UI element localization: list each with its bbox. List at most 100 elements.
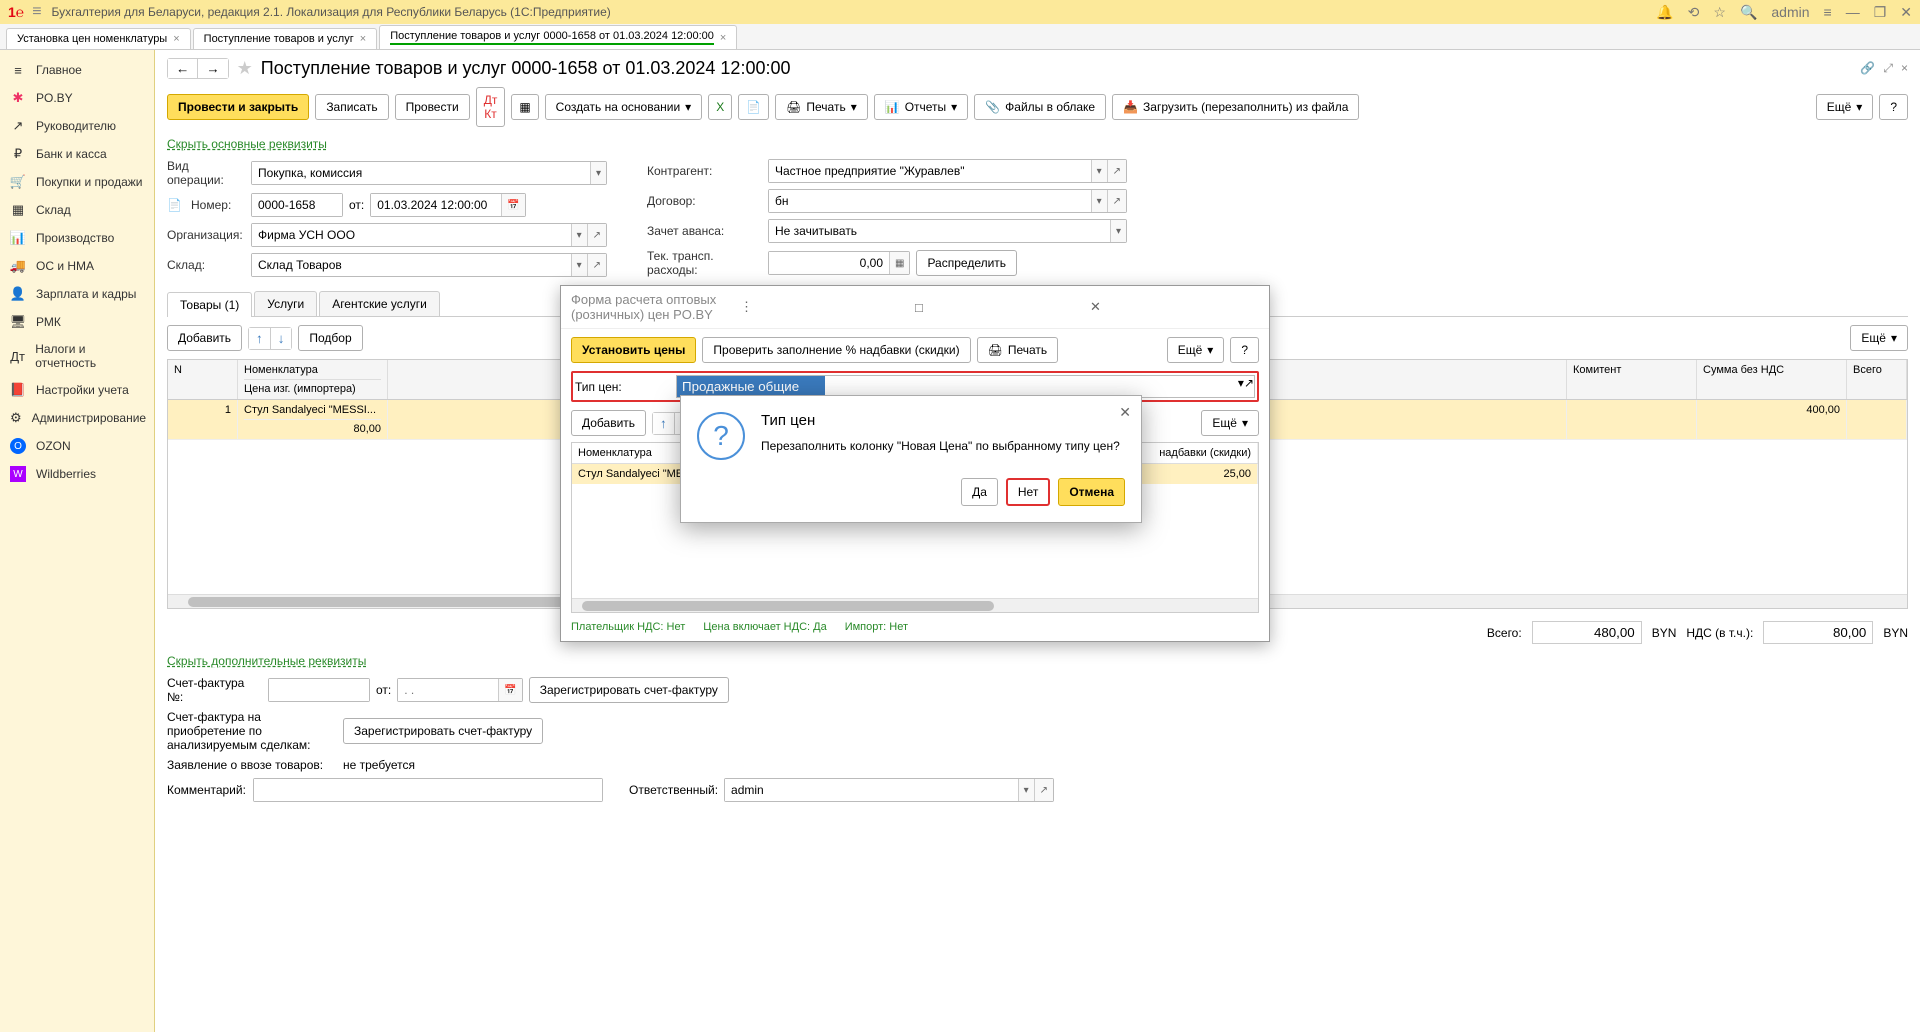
contract-field[interactable]: [769, 190, 1091, 212]
favorite-icon[interactable]: ★: [237, 58, 253, 79]
open-icon[interactable]: ↗: [587, 254, 606, 276]
date-field[interactable]: [371, 194, 501, 216]
transp-field[interactable]: [769, 252, 889, 274]
expand-icon[interactable]: ⤢: [1883, 61, 1893, 76]
user-label[interactable]: admin: [1771, 4, 1809, 20]
register-invoice2-button[interactable]: Зарегистрировать счет-фактуру: [343, 718, 543, 744]
sidebar-item[interactable]: ⚙Администрирование: [0, 404, 154, 432]
close-icon[interactable]: ✕: [1084, 299, 1259, 315]
structure-icon[interactable]: ▦: [511, 94, 538, 120]
open-icon[interactable]: ↗: [1034, 779, 1053, 801]
print-button[interactable]: 🖨 Печать ▾: [775, 94, 868, 120]
maximize-icon[interactable]: □: [909, 300, 1084, 315]
close-icon[interactable]: ✕: [1119, 404, 1131, 421]
star-icon[interactable]: ☆: [1713, 4, 1726, 21]
sidebar-item[interactable]: 🖥РМК: [0, 308, 154, 336]
close-icon[interactable]: ×: [720, 32, 726, 44]
number-field[interactable]: [252, 194, 342, 216]
search-icon[interactable]: 🔍: [1740, 4, 1757, 21]
close-icon[interactable]: ×: [1901, 61, 1908, 76]
h-scrollbar[interactable]: [572, 598, 1258, 612]
post-close-button[interactable]: Провести и закрыть: [167, 94, 309, 120]
doc-tab-goods[interactable]: Товары (1): [167, 292, 252, 317]
link-icon[interactable]: 🔗: [1860, 61, 1875, 76]
doc-tab-agent[interactable]: Агентские услуги: [319, 291, 440, 316]
chevron-down-icon[interactable]: ▾: [1091, 190, 1107, 212]
move-up-icon[interactable]: ↑: [653, 413, 675, 434]
help-button[interactable]: ?: [1230, 337, 1259, 363]
open-icon[interactable]: ↗: [1107, 190, 1126, 212]
sidebar-item[interactable]: ✱PO.BY: [0, 84, 154, 112]
more-button[interactable]: Ещё ▾: [1167, 337, 1225, 363]
chevron-down-icon[interactable]: ▾: [1018, 779, 1034, 801]
sidebar-item[interactable]: 📊Производство: [0, 224, 154, 252]
add-button[interactable]: Добавить: [167, 325, 242, 351]
open-icon[interactable]: ↗: [1107, 160, 1126, 182]
sidebar-item[interactable]: 🚚ОС и НМА: [0, 252, 154, 280]
sidebar-item[interactable]: OOZON: [0, 432, 154, 460]
chevron-down-icon[interactable]: ▾: [571, 224, 587, 246]
minimize-icon[interactable]: —: [1846, 4, 1860, 20]
close-icon[interactable]: ✕: [1900, 4, 1912, 21]
distribute-button[interactable]: Распределить: [916, 250, 1017, 276]
chevron-down-icon[interactable]: ▾: [1091, 160, 1107, 182]
sidebar-item[interactable]: ▦Склад: [0, 196, 154, 224]
hamburger-icon[interactable]: ≡: [32, 3, 41, 21]
invoice-date-field[interactable]: [398, 679, 498, 701]
tab-1[interactable]: Поступление товаров и услуг×: [193, 28, 378, 49]
sidebar-item[interactable]: 🛒Покупки и продажи: [0, 168, 154, 196]
close-icon[interactable]: ×: [173, 33, 179, 45]
close-icon[interactable]: ×: [360, 33, 366, 45]
hide-main-link[interactable]: Скрыть основные реквизиты: [167, 137, 327, 151]
calc-icon[interactable]: ▦: [889, 252, 909, 274]
bell-icon[interactable]: 🔔: [1656, 4, 1673, 21]
create-based-button[interactable]: Создать на основании ▾: [545, 94, 703, 120]
nav-forward-button[interactable]: →: [198, 59, 227, 78]
advance-field[interactable]: [769, 220, 1110, 242]
cancel-button[interactable]: Отмена: [1058, 478, 1125, 506]
register-invoice-button[interactable]: Зарегистрировать счет-фактуру: [529, 677, 729, 703]
menu-icon[interactable]: ⋮: [734, 299, 909, 315]
sidebar-item[interactable]: 📕Настройки учета: [0, 376, 154, 404]
load-file-button[interactable]: 📥 Загрузить (перезаполнить) из файла: [1112, 94, 1359, 120]
chevron-down-icon[interactable]: ▾: [571, 254, 587, 276]
tab-2[interactable]: Поступление товаров и услуг 0000-1658 от…: [379, 25, 737, 49]
move-up-icon[interactable]: ↑: [249, 328, 271, 349]
invoice-num-field[interactable]: [269, 679, 369, 701]
select-button[interactable]: Подбор: [298, 325, 362, 351]
pdf-icon[interactable]: 📄: [738, 94, 769, 120]
sidebar-item[interactable]: ≡Главное: [0, 56, 154, 84]
set-prices-button[interactable]: Установить цены: [571, 337, 696, 363]
tip-cen-field[interactable]: [677, 376, 825, 397]
yes-button[interactable]: Да: [961, 478, 998, 506]
cloud-files-button[interactable]: 📎 Файлы в облаке: [974, 94, 1106, 120]
restore-icon[interactable]: ❐: [1874, 4, 1887, 21]
nav-back-button[interactable]: ←: [168, 59, 198, 78]
sidebar-item[interactable]: 👤Зарплата и кадры: [0, 280, 154, 308]
open-icon[interactable]: ↗: [1244, 376, 1254, 397]
print-button[interactable]: 🖨 Печать: [977, 337, 1059, 363]
excel-icon[interactable]: X: [708, 94, 732, 120]
hide-extra-link[interactable]: Скрыть дополнительные реквизиты: [167, 654, 366, 668]
sidebar-item[interactable]: ↗Руководителю: [0, 112, 154, 140]
settings-icon[interactable]: ≡: [1824, 4, 1832, 20]
post-button[interactable]: Провести: [395, 94, 470, 120]
add-button[interactable]: Добавить: [571, 410, 646, 436]
help-button[interactable]: ?: [1879, 94, 1908, 120]
no-button[interactable]: Нет: [1006, 478, 1050, 506]
chevron-down-icon[interactable]: ▾: [590, 162, 606, 184]
op-type-field[interactable]: [252, 162, 590, 184]
responsible-field[interactable]: [725, 779, 1018, 801]
chevron-down-icon[interactable]: ▾: [1110, 220, 1126, 242]
counterparty-field[interactable]: [769, 160, 1091, 182]
sidebar-item[interactable]: WWildberries: [0, 460, 154, 488]
org-field[interactable]: [252, 224, 571, 246]
calendar-icon[interactable]: 📅: [498, 679, 521, 701]
doc-tab-services[interactable]: Услуги: [254, 291, 317, 316]
dtkt-icon[interactable]: ДтКт: [476, 87, 506, 127]
store-field[interactable]: [252, 254, 571, 276]
open-icon[interactable]: ↗: [587, 224, 606, 246]
more-button[interactable]: Ещё ▾: [1201, 410, 1259, 436]
sidebar-item[interactable]: ДтНалоги и отчетность: [0, 336, 154, 376]
more-button[interactable]: Ещё ▾: [1816, 94, 1874, 120]
